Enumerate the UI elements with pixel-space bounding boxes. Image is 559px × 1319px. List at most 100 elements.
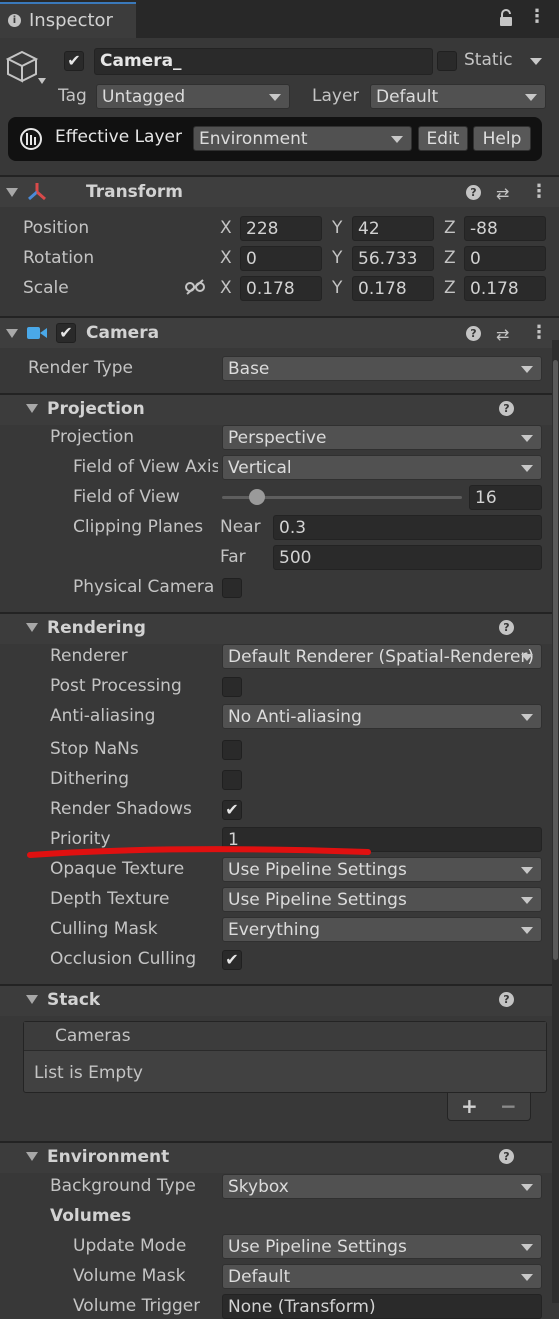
volume-trigger-field[interactable]: None (Transform) <box>222 1294 542 1319</box>
scale-z-label: Z <box>444 278 456 298</box>
tag-dropdown[interactable]: Untagged <box>96 84 290 109</box>
render-shadows-checkbox[interactable]: ✔ <box>222 800 242 820</box>
object-name-input[interactable]: Camera_ <box>94 48 433 75</box>
transform-presets-icon[interactable]: ⇄ <box>496 184 509 203</box>
rotation-x-label: X <box>220 248 232 268</box>
rotation-label: Rotation <box>23 248 95 268</box>
fov-label: Field of View <box>73 487 180 507</box>
position-z-input[interactable]: -88 <box>464 216 546 241</box>
position-y-input[interactable]: 42 <box>352 216 434 241</box>
rotation-x-input[interactable]: 0 <box>240 246 322 271</box>
update-mode-dropdown[interactable]: Use Pipeline Settings <box>222 1234 542 1259</box>
occlusion-culling-label: Occlusion Culling <box>50 949 197 969</box>
transform-title: Transform <box>86 182 183 202</box>
static-dropdown-arrow[interactable] <box>530 58 542 65</box>
physical-camera-checkbox[interactable] <box>222 578 242 598</box>
near-input[interactable]: 0.3 <box>273 515 542 540</box>
fov-axis-label: Field of View Axis <box>73 457 218 477</box>
effective-layer-dropdown[interactable]: Environment <box>193 126 412 151</box>
projection-help-icon[interactable]: ? <box>499 401 514 416</box>
occlusion-culling-checkbox[interactable]: ✔ <box>222 950 242 970</box>
fov-axis-dropdown[interactable]: Vertical <box>222 455 542 480</box>
far-input[interactable]: 500 <box>273 545 542 570</box>
physical-camera-label: Physical Camera <box>73 577 215 597</box>
edit-button[interactable]: Edit <box>418 126 468 151</box>
rendering-title: Rendering <box>47 618 146 638</box>
depth-texture-dropdown[interactable]: Use Pipeline Settings <box>222 887 542 912</box>
rendering-foldout-icon[interactable] <box>26 623 38 632</box>
clipping-planes-label: Clipping Planes <box>73 517 204 537</box>
projection-dropdown[interactable]: Perspective <box>222 425 542 450</box>
renderer-dropdown[interactable]: Default Renderer (Spatial-Renderer) <box>222 644 542 669</box>
layer-label: Layer <box>312 86 360 106</box>
static-label: Static <box>464 50 513 70</box>
volume-mask-dropdown[interactable]: Default <box>222 1264 542 1289</box>
render-shadows-label: Render Shadows <box>50 799 192 819</box>
scale-y-label: Y <box>332 278 343 298</box>
anti-aliasing-label: Anti-aliasing <box>50 706 156 726</box>
gameobject-cube-icon <box>5 48 46 88</box>
scale-y-input[interactable]: 0.178 <box>352 276 434 301</box>
effective-layer-logo-icon <box>18 126 44 152</box>
tab-menu-icon[interactable]: ⋮ <box>528 8 546 26</box>
fov-input[interactable]: 16 <box>469 485 542 510</box>
camera-help-icon[interactable]: ? <box>466 326 481 341</box>
layer-dropdown[interactable]: Default <box>370 84 546 109</box>
transform-menu-icon[interactable]: ⋮ <box>530 183 548 201</box>
opaque-texture-dropdown[interactable]: Use Pipeline Settings <box>222 857 542 882</box>
constrain-proportions-icon[interactable] <box>185 279 205 295</box>
background-type-dropdown[interactable]: Skybox <box>222 1174 542 1199</box>
near-label: Near <box>220 517 261 537</box>
transform-foldout-icon[interactable] <box>6 188 18 197</box>
lock-icon[interactable] <box>498 8 514 28</box>
environment-help-icon[interactable]: ? <box>499 1149 514 1164</box>
help-button[interactable]: Help <box>473 126 531 151</box>
stack-help-icon[interactable]: ? <box>499 992 514 1007</box>
stack-title: Stack <box>47 990 101 1010</box>
scale-z-input[interactable]: 0.178 <box>464 276 546 301</box>
fov-slider-thumb[interactable] <box>248 489 265 505</box>
dithering-label: Dithering <box>50 769 129 789</box>
rotation-z-input[interactable]: 0 <box>464 246 546 271</box>
anti-aliasing-dropdown[interactable]: No Anti-aliasing <box>222 704 542 729</box>
scale-x-input[interactable]: 0.178 <box>240 276 322 301</box>
list-footer-buttons <box>447 1093 531 1121</box>
add-element-button[interactable]: + <box>461 1094 478 1118</box>
update-mode-label: Update Mode <box>73 1236 187 1256</box>
environment-foldout-icon[interactable] <box>26 1152 38 1161</box>
active-checkbox[interactable]: ✔ <box>64 51 84 71</box>
camera-foldout-icon[interactable] <box>6 329 18 338</box>
position-z-label: Z <box>444 218 456 238</box>
projection-foldout-icon[interactable] <box>26 404 38 413</box>
static-checkbox[interactable] <box>437 51 457 71</box>
camera-presets-icon[interactable]: ⇄ <box>496 325 509 344</box>
cameras-list-title: Cameras <box>55 1026 131 1046</box>
culling-mask-label: Culling Mask <box>50 919 158 939</box>
transform-help-icon[interactable]: ? <box>466 185 481 200</box>
tab-inspector[interactable]: i Inspector <box>0 2 136 38</box>
far-label: Far <box>220 547 246 567</box>
camera-icon <box>26 325 48 341</box>
volume-trigger-label: Volume Trigger <box>73 1296 201 1316</box>
scrollbar-thumb[interactable] <box>553 360 558 960</box>
volumes-label: Volumes <box>50 1206 132 1226</box>
rotation-y-input[interactable]: 56.733 <box>352 246 434 271</box>
opaque-texture-label: Opaque Texture <box>50 859 185 879</box>
remove-element-button[interactable]: − <box>500 1094 517 1118</box>
render-type-dropdown[interactable]: Base <box>222 356 542 381</box>
stop-nans-checkbox[interactable] <box>222 740 242 760</box>
rendering-help-icon[interactable]: ? <box>499 620 514 635</box>
culling-mask-dropdown[interactable]: Everything <box>222 917 542 942</box>
post-processing-checkbox[interactable] <box>222 677 242 697</box>
rotation-y-label: Y <box>332 248 343 268</box>
position-x-input[interactable]: 228 <box>240 216 322 241</box>
rotation-z-label: Z <box>444 248 456 268</box>
tag-label: Tag <box>58 86 87 106</box>
stack-foldout-icon[interactable] <box>26 995 38 1004</box>
camera-menu-icon[interactable]: ⋮ <box>530 324 548 342</box>
dithering-checkbox[interactable] <box>222 770 242 790</box>
camera-title: Camera <box>86 323 160 343</box>
camera-enabled-checkbox[interactable]: ✔ <box>56 323 76 343</box>
position-label: Position <box>23 218 90 238</box>
projection-label: Projection <box>50 427 135 447</box>
